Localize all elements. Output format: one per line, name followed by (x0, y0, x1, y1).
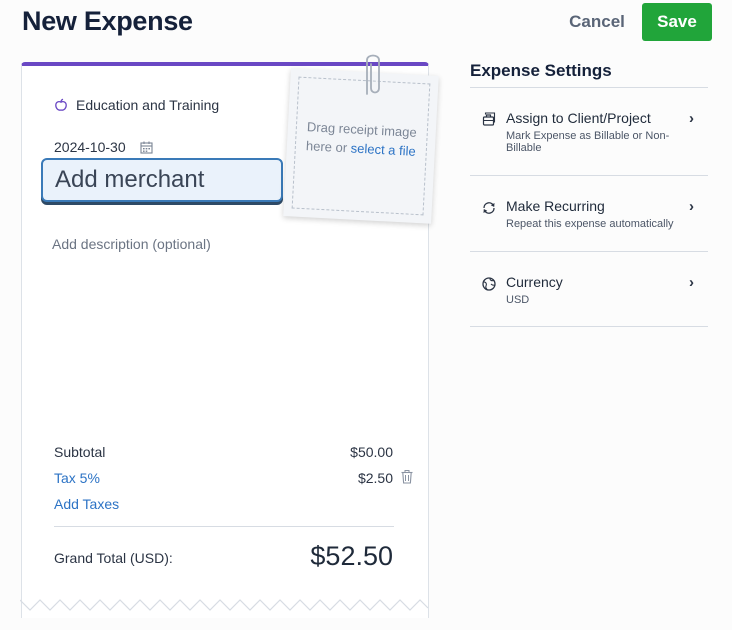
save-button[interactable]: Save (642, 3, 712, 41)
merchant-input[interactable] (43, 160, 281, 200)
dropzone-line2-prefix: here or (305, 138, 352, 156)
category-label: Education and Training (76, 97, 220, 113)
make-recurring-item[interactable]: Make Recurring Repeat this expense autom… (470, 198, 708, 238)
subtotal-label: Subtotal (54, 444, 106, 460)
chevron-right-icon: › (689, 198, 694, 215)
trash-icon[interactable] (401, 470, 413, 484)
grand-total-value: $52.50 (310, 541, 393, 571)
settings-divider (470, 175, 708, 176)
tax-link[interactable]: Tax 5% (54, 470, 100, 486)
totals-divider (54, 526, 394, 527)
make-recurring-subtitle: Repeat this expense automatically (506, 218, 674, 230)
calendar-icon[interactable] (140, 141, 153, 154)
settings-divider (470, 251, 708, 252)
dropzone-text: Drag receipt image here or select a file (290, 116, 432, 161)
category-selector[interactable]: Education and Training (54, 97, 219, 113)
cancel-button[interactable]: Cancel (560, 4, 634, 40)
grand-total-label: Grand Total (USD): (54, 550, 173, 566)
settings-title: Expense Settings (470, 61, 612, 80)
assign-client-project-item[interactable]: Assign to Client/Project Mark Expense as… (470, 110, 708, 160)
recurring-icon (483, 202, 495, 214)
assign-client-project-label: Assign to Client/Project (506, 110, 651, 126)
page-title: New Expense (22, 6, 193, 36)
add-taxes-link[interactable]: Add Taxes (54, 496, 119, 512)
subtotal-value: $50.00 (350, 444, 393, 460)
settings-divider (470, 326, 708, 327)
tax-value: $2.50 (357, 470, 393, 486)
currency-label: Currency (506, 274, 563, 290)
chevron-right-icon: › (689, 274, 694, 291)
currency-icon (482, 277, 496, 291)
receipt-torn-edge (20, 599, 429, 611)
dropzone-line1: Drag receipt image (306, 119, 418, 140)
briefcase-icon (482, 112, 496, 126)
assign-client-project-subtitle: Mark Expense as Billable or Non-Billable (506, 130, 670, 154)
currency-value: USD (506, 294, 530, 306)
make-recurring-label: Make Recurring (506, 198, 605, 214)
currency-item[interactable]: Currency USD › (470, 274, 708, 314)
chevron-right-icon: › (689, 110, 694, 127)
date-value: 2024-10-30 (54, 139, 126, 155)
select-file-link[interactable]: select a file (350, 140, 416, 158)
date-field[interactable]: 2024-10-30 (54, 139, 153, 155)
settings-divider (470, 87, 708, 88)
description-field[interactable]: Add description (optional) (52, 236, 211, 252)
apple-icon (55, 98, 67, 111)
merchant-field (41, 158, 283, 202)
paperclip-icon (366, 54, 380, 95)
